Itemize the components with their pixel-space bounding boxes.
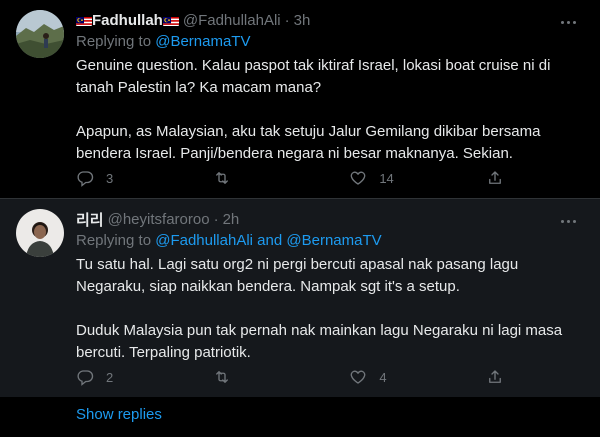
mention-link[interactable]: @BernamaTV xyxy=(286,232,381,249)
tweet-actions: 2 4 xyxy=(76,367,506,387)
heart-icon xyxy=(350,370,366,384)
like-button[interactable]: 14 xyxy=(349,169,439,187)
replying-to: Replying to @BernamaTV xyxy=(76,32,584,52)
separator-dot: · xyxy=(284,11,290,29)
tweet-header: 리리 @heyitsfaroroo · 2h xyxy=(76,209,584,229)
reply-button[interactable]: 2 xyxy=(76,368,166,386)
share-icon xyxy=(489,370,501,383)
separator-dot: · xyxy=(213,210,219,228)
display-name[interactable]: Fadhullah xyxy=(92,12,163,29)
reply-button[interactable]: 3 xyxy=(76,169,166,187)
reply-count: 2 xyxy=(106,369,114,385)
user-handle[interactable]: @FadhullahAli xyxy=(183,12,281,29)
tweet-text: Genuine question. Kalau paspot tak iktir… xyxy=(76,55,584,165)
retweet-icon xyxy=(215,371,228,383)
tweet-paragraph: Genuine question. Kalau paspot tak iktir… xyxy=(76,57,551,96)
retweet-button[interactable] xyxy=(213,368,303,386)
tweet-paragraph: Apapun, as Malaysian, aku tak setuju Jal… xyxy=(76,123,541,162)
mention-link[interactable]: @BernamaTV xyxy=(155,33,250,50)
replying-prefix: Replying to xyxy=(76,33,156,50)
timestamp[interactable]: 3h xyxy=(294,12,311,29)
heart-icon xyxy=(350,171,366,185)
replying-join: and xyxy=(253,232,287,249)
tweet-paragraph: Tu satu hal. Lagi satu org2 ni pergi ber… xyxy=(76,256,519,295)
replying-prefix: Replying to xyxy=(76,232,156,249)
like-count: 14 xyxy=(379,170,394,186)
retweet-icon xyxy=(215,172,228,184)
reply-count: 3 xyxy=(106,170,114,186)
mention-link[interactable]: @FadhullahAli xyxy=(155,232,253,249)
reply-icon xyxy=(77,171,94,187)
more-icon[interactable] xyxy=(558,14,578,30)
malaysia-flag-icon xyxy=(162,15,179,26)
display-name[interactable]: 리리 xyxy=(76,209,104,230)
replying-to: Replying to @FadhullahAli and @BernamaTV xyxy=(76,231,584,251)
avatar-column xyxy=(16,209,64,397)
share-button[interactable] xyxy=(486,368,506,386)
like-count: 4 xyxy=(379,369,387,385)
share-icon xyxy=(489,171,501,184)
share-button[interactable] xyxy=(486,169,506,187)
tweet-header: Fadhullah @FadhullahAli · 3h xyxy=(76,10,584,30)
reply-icon xyxy=(77,370,94,386)
conversation-thread: Fadhullah @FadhullahAli · 3h Replying to… xyxy=(0,0,600,437)
avatar[interactable] xyxy=(16,209,64,257)
retweet-button[interactable] xyxy=(213,169,303,187)
avatar-column xyxy=(16,10,64,198)
timestamp[interactable]: 2h xyxy=(223,211,240,228)
malaysia-flag-icon xyxy=(76,15,92,26)
like-button[interactable]: 4 xyxy=(349,368,439,386)
user-handle[interactable]: @heyitsfaroroo xyxy=(108,211,210,228)
tweet-text: Tu satu hal. Lagi satu org2 ni pergi ber… xyxy=(76,254,584,364)
show-replies-link[interactable]: Show replies xyxy=(76,406,162,423)
more-icon[interactable] xyxy=(558,213,578,229)
tweet-paragraph: Duduk Malaysia pun tak pernah nak mainka… xyxy=(76,322,563,361)
avatar[interactable] xyxy=(16,10,64,58)
tweet-actions: 3 14 xyxy=(76,168,506,188)
